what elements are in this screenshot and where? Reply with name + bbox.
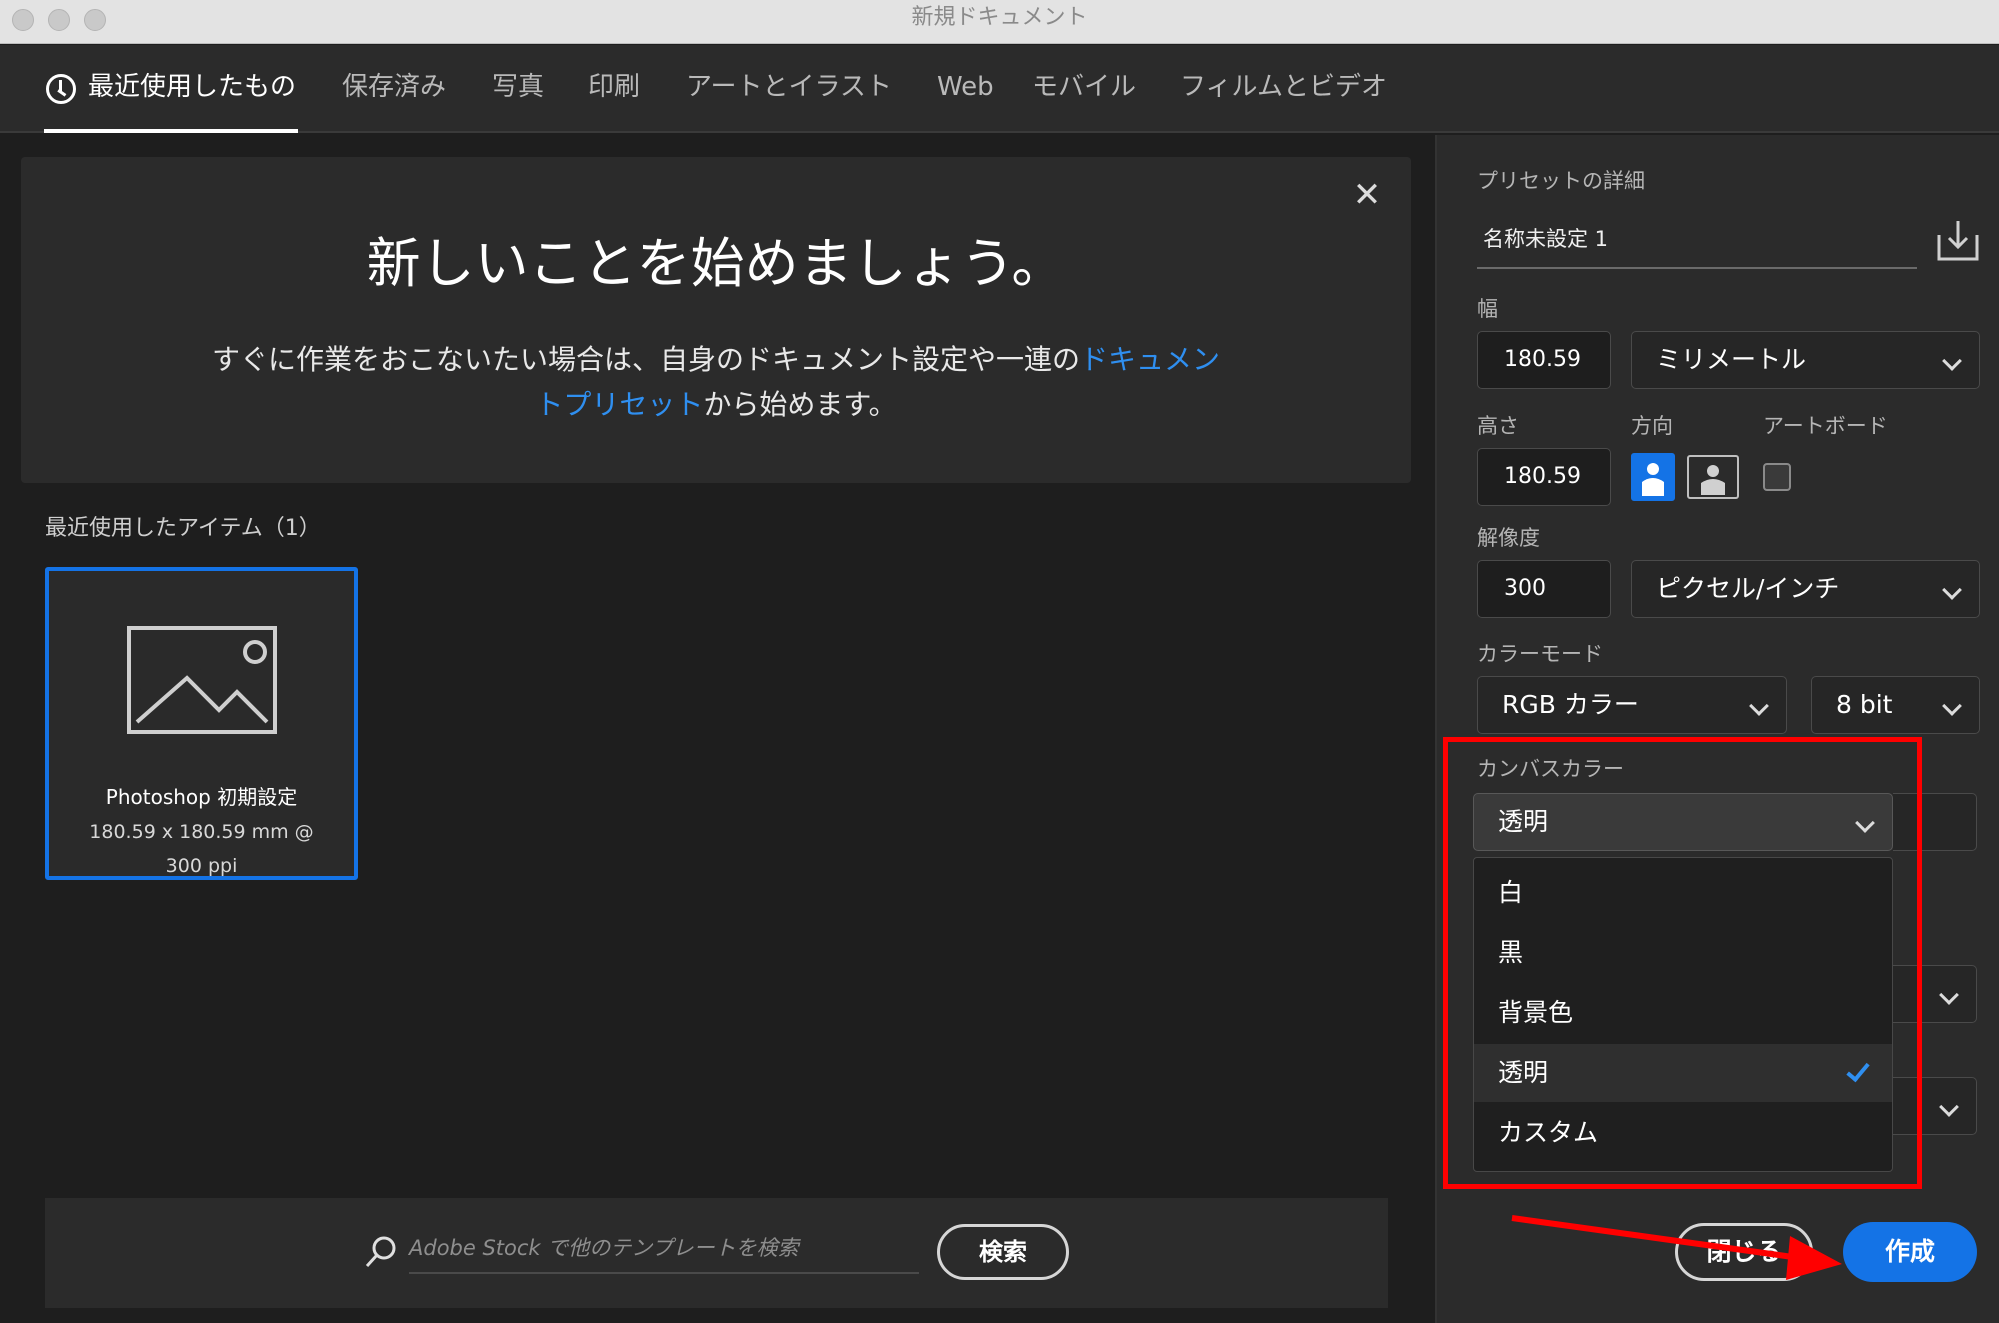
height-label: 高さ [1477, 414, 1519, 438]
resolution-input[interactable]: 300 [1477, 560, 1611, 618]
stock-search-bar: Adobe Stock で他のテンプレートを検索 検索 [45, 1198, 1388, 1308]
category-tabs: 最近使用したもの 保存済み 写真 印刷 アートとイラスト Web モバイル フィ… [0, 45, 1999, 133]
chevron-down-icon [1942, 351, 1962, 371]
orientation-label: 方向 [1631, 414, 1673, 438]
chevron-down-icon [1942, 696, 1962, 716]
recent-item-title: Photoshop 初期設定 [105, 785, 298, 809]
color-mode-select[interactable]: RGB カラー [1477, 676, 1787, 734]
tab-mobile[interactable]: モバイル [1032, 67, 1136, 107]
tab-art-illustration[interactable]: アートとイラスト [686, 67, 892, 107]
main-content: ✕ 新しいことを始めましょう。 すぐに作業をおこないたい場合は、自身のドキュメン… [0, 135, 1435, 1323]
clock-icon [46, 74, 76, 104]
resolution-label: 解像度 [1477, 526, 1540, 550]
artboard-checkbox[interactable] [1763, 463, 1791, 491]
stock-search-input[interactable]: Adobe Stock で他のテンプレートを検索 [409, 1228, 919, 1274]
width-unit-value: ミリメートル [1656, 345, 1807, 374]
landscape-orientation-button[interactable] [1687, 455, 1739, 499]
recent-items-label: 最近使用したアイテム（1） [45, 516, 321, 541]
chevron-down-icon [1939, 985, 1959, 1005]
tab-recent[interactable]: 最近使用したもの [88, 67, 296, 107]
recent-item-details: 180.59 x 180.59 mm @ 300 ppi [89, 821, 314, 877]
close-button[interactable]: 閉じる [1675, 1223, 1813, 1281]
active-tab-indicator [44, 129, 298, 133]
highlight-box [1443, 737, 1922, 1189]
chevron-down-icon [1749, 696, 1769, 716]
search-button[interactable]: 検索 [937, 1224, 1069, 1280]
tab-photo[interactable]: 写真 [492, 67, 544, 107]
width-unit-select[interactable]: ミリメートル [1631, 331, 1980, 389]
preset-details-heading: プリセットの詳細 [1477, 169, 1645, 193]
create-button[interactable]: 作成 [1843, 1222, 1977, 1282]
banner-text-after: から始めます。 [703, 388, 897, 421]
resolution-unit-value: ピクセル/インチ [1656, 574, 1840, 603]
width-input[interactable]: 180.59 [1477, 331, 1611, 389]
document-name-field[interactable]: 名称未設定 1 [1477, 217, 1917, 269]
banner-text-before: すぐに作業をおこないたい場合は、自身のドキュメント設定や一連の [211, 343, 1080, 376]
image-placeholder-icon [127, 626, 277, 734]
tab-film-video[interactable]: フィルムとビデオ [1180, 67, 1387, 107]
resolution-unit-select[interactable]: ピクセル/インチ [1631, 560, 1980, 618]
artboard-label: アートボード [1763, 414, 1888, 438]
portrait-icon [1634, 456, 1672, 498]
banner-title: 新しいことを始めましょう。 [366, 232, 1066, 295]
window-titlebar: 新規ドキュメント [0, 0, 1999, 44]
tab-saved[interactable]: 保存済み [342, 67, 446, 107]
recent-item-card[interactable]: Photoshop 初期設定 180.59 x 180.59 mm @ 300 … [45, 567, 358, 880]
bit-depth-select[interactable]: 8 bit [1811, 676, 1980, 734]
width-label: 幅 [1477, 297, 1498, 321]
search-icon [365, 1236, 396, 1268]
welcome-banner: ✕ 新しいことを始めましょう。 すぐに作業をおこないたい場合は、自身のドキュメン… [21, 157, 1411, 483]
window-title: 新規ドキュメント [911, 5, 1088, 30]
bit-depth-value: 8 bit [1836, 690, 1893, 719]
color-mode-label: カラーモード [1477, 642, 1603, 666]
color-mode-value: RGB カラー [1502, 690, 1639, 719]
chevron-down-icon [1939, 1097, 1959, 1117]
chevron-down-icon [1942, 580, 1962, 600]
landscape-icon [1701, 465, 1725, 495]
tab-web[interactable]: Web [937, 67, 994, 107]
save-preset-icon[interactable] [1935, 217, 1981, 263]
tab-print[interactable]: 印刷 [588, 67, 640, 107]
portrait-orientation-button[interactable] [1631, 453, 1675, 501]
close-icon[interactable]: ✕ [1347, 175, 1387, 215]
height-input[interactable]: 180.59 [1477, 448, 1611, 506]
banner-text: すぐに作業をおこないたい場合は、自身のドキュメント設定や一連のドキュメントプリセ… [211, 337, 1221, 427]
